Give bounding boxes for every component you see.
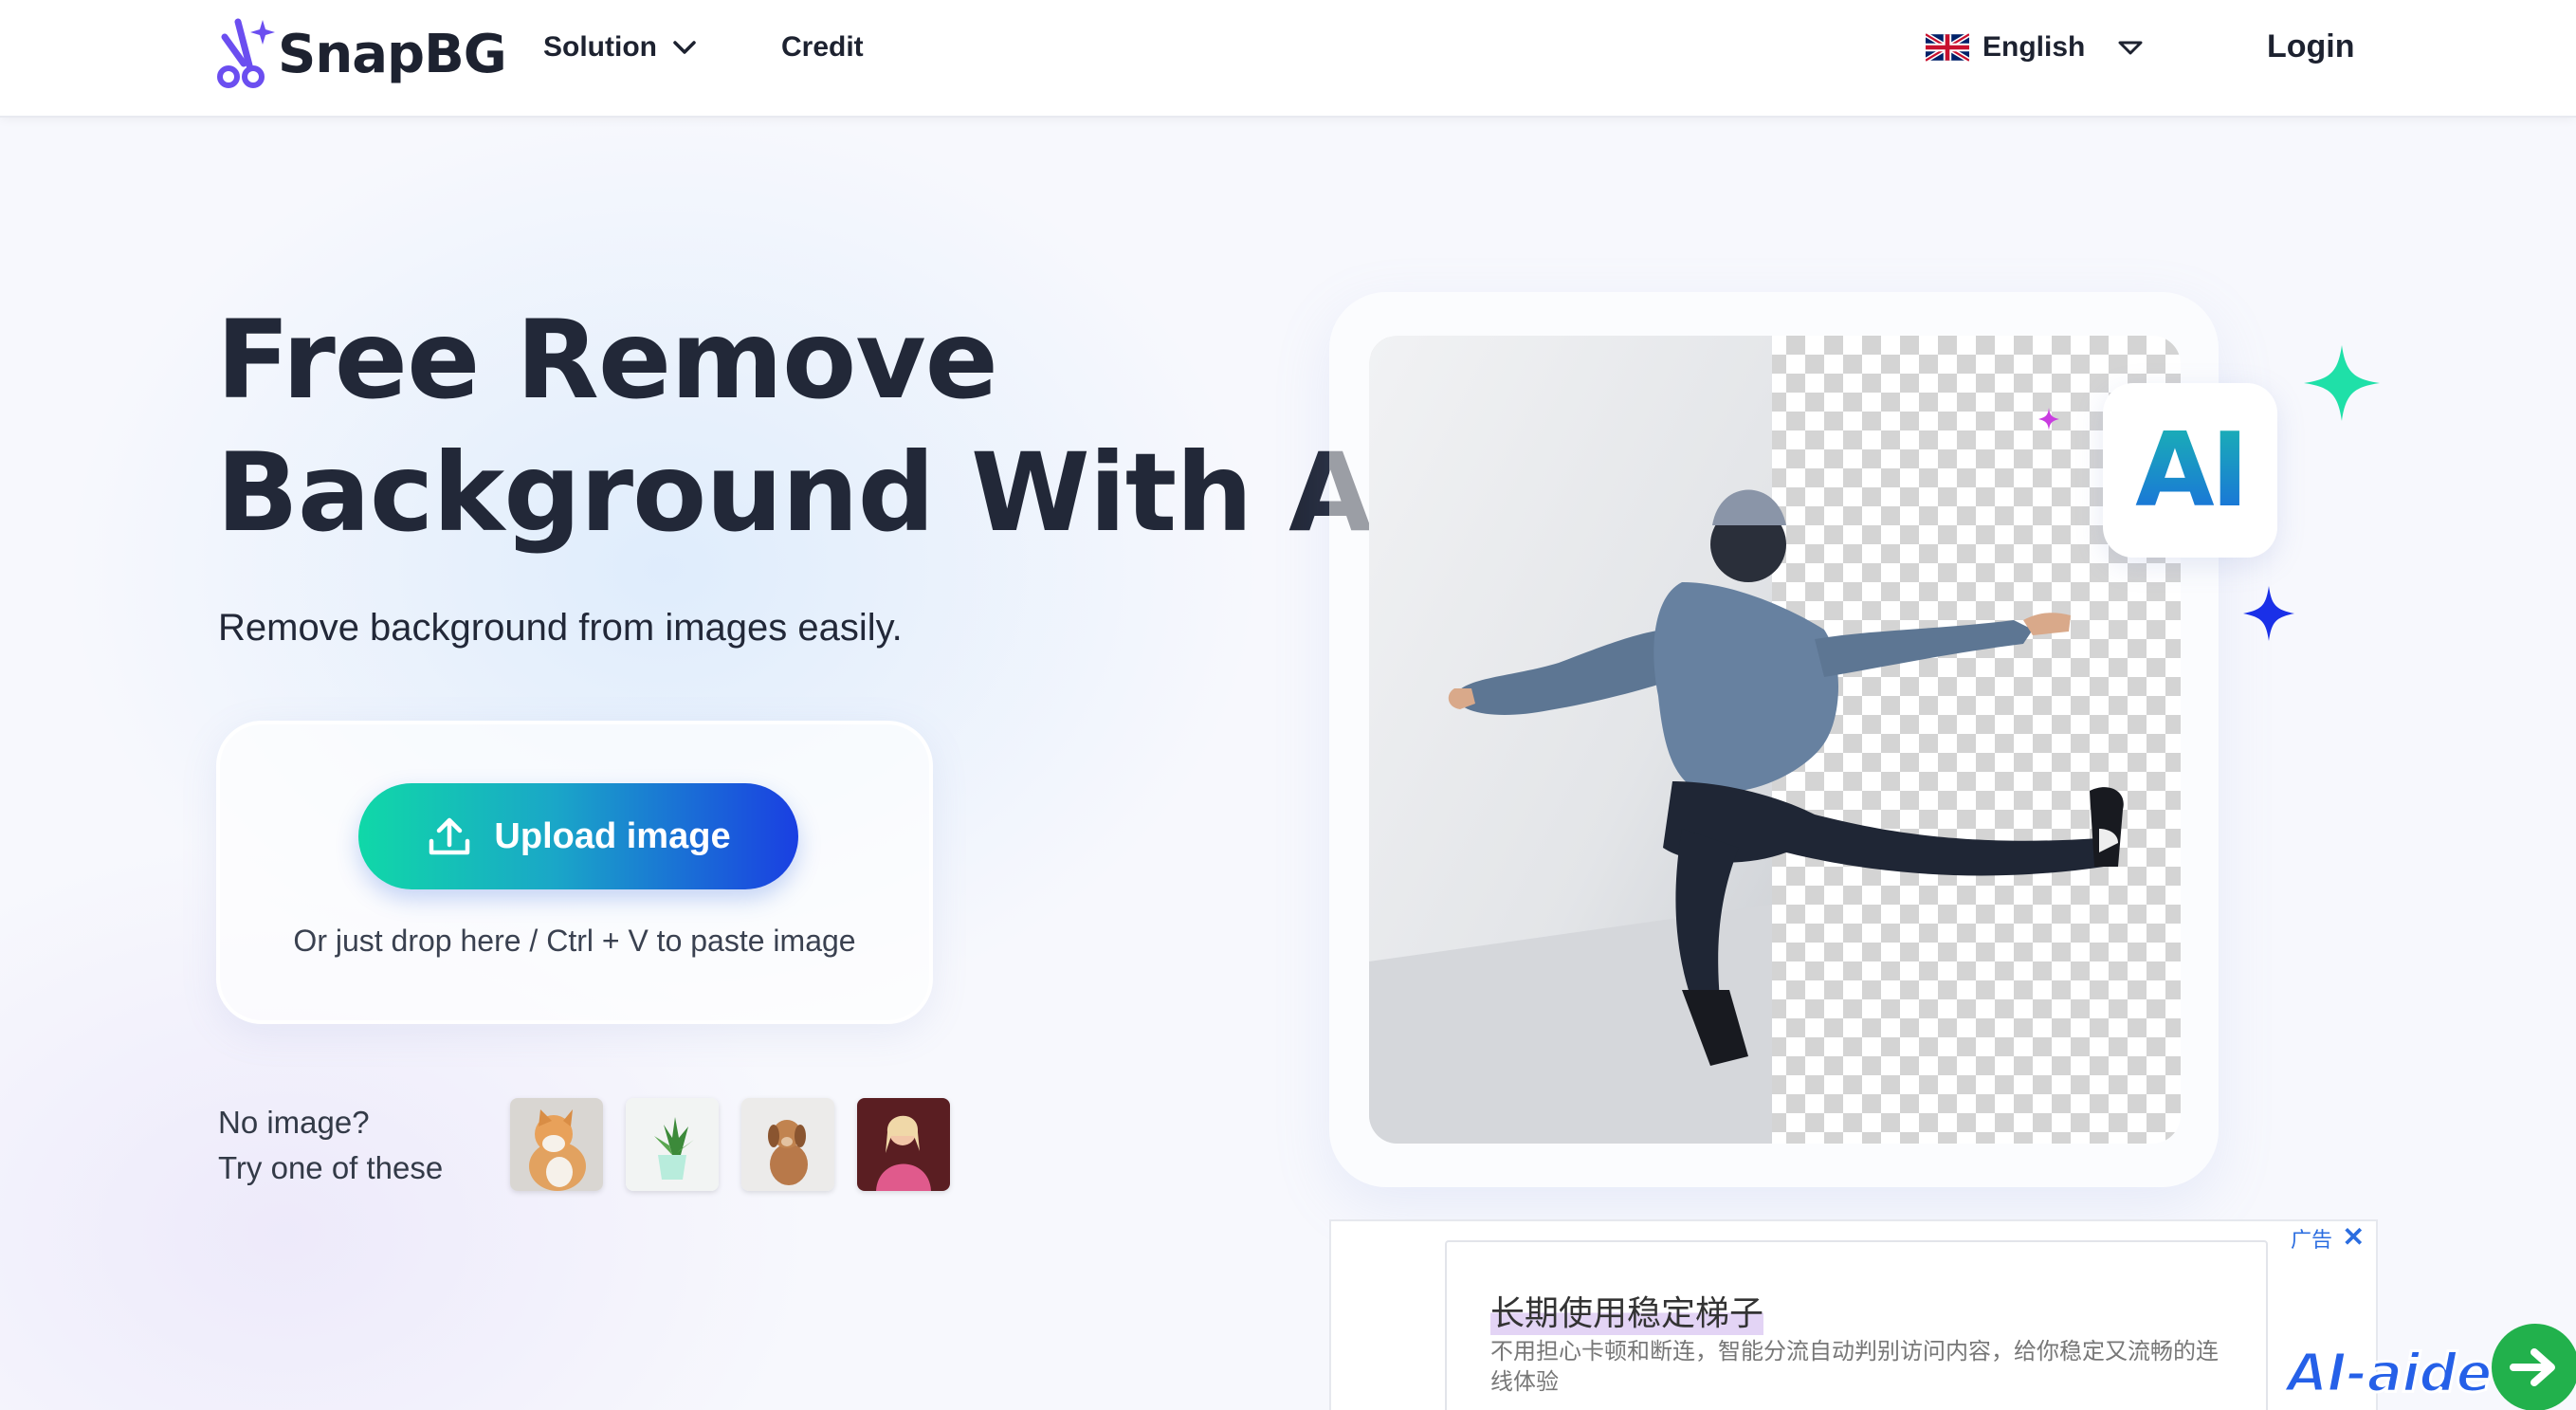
sample-prompt: No image? Try one of these: [218, 1100, 443, 1191]
ad-description: 不用担心卡顿和断连，智能分流自动判别访问内容，给你稳定又流畅的连线体验: [1490, 1339, 2219, 1395]
sample-image-list: [510, 1098, 950, 1191]
nav-credit-label: Credit: [781, 31, 864, 63]
uk-flag-icon: [1926, 33, 1969, 62]
advertisement-banner[interactable]: 广告 ✕ 长期使用稳定梯子 不用担心卡顿和断连，智能分流自动判别访问内容，给你稳…: [1329, 1219, 2378, 1410]
nav-solution-label: Solution: [543, 31, 657, 63]
brand-name: SnapBG: [278, 23, 507, 85]
ad-label[interactable]: 广告: [2291, 1223, 2332, 1254]
page-title-line-1: Free Remove: [216, 297, 998, 423]
login-button[interactable]: Login: [2267, 28, 2355, 65]
floating-action-button[interactable]: [2492, 1324, 2576, 1410]
sample-prompt-line-1: No image?: [218, 1105, 370, 1140]
nav-solution-menu[interactable]: Solution: [543, 31, 697, 64]
ad-card[interactable]: 长期使用稳定梯子 不用担心卡顿和断连，智能分流自动判别访问内容，给你稳定又流畅的…: [1445, 1240, 2268, 1410]
upload-icon: [429, 817, 470, 855]
caret-down-icon: [2118, 41, 2143, 55]
sparkle-blue-icon: [2243, 586, 2294, 641]
woman-thumbnail: [857, 1098, 950, 1191]
sparkle-green-icon: [2304, 345, 2380, 421]
page-subtitle: Remove background from images easily.: [218, 607, 903, 649]
nav-credit-link[interactable]: Credit: [781, 31, 864, 64]
ad-title: 长期使用稳定梯子: [1490, 1286, 1764, 1335]
hero-demo-image: [1369, 336, 2181, 1144]
drop-hint-text: Or just drop here / Ctrl + V to paste im…: [293, 924, 856, 958]
cat-thumbnail: [510, 1098, 603, 1191]
sample-image-woman[interactable]: [857, 1098, 950, 1191]
ai-badge: AI: [2103, 383, 2277, 558]
sample-image-plant[interactable]: [626, 1098, 719, 1191]
upload-dropzone[interactable]: Upload image Or just drop here / Ctrl + …: [216, 721, 933, 1024]
upload-button-label: Upload image: [494, 815, 731, 856]
snapbg-logo[interactable]: SnapBG: [215, 11, 507, 97]
jumping-man-before-after-illustration: [1369, 336, 2181, 1144]
ad-close-button[interactable]: ✕: [2343, 1221, 2365, 1253]
page-title-line-2: Background With AI: [216, 430, 1412, 556]
watermark-text: AI-aide: [2285, 1342, 2493, 1406]
sample-image-cat[interactable]: [510, 1098, 603, 1191]
chevron-down-icon: [673, 41, 696, 54]
top-navbar: SnapBG Solution Credit English Login: [0, 0, 2576, 118]
plant-thumbnail: [626, 1098, 719, 1191]
page-title: Free Remove Background With AI: [216, 294, 1412, 559]
sparkle-pink-icon: [2038, 408, 2059, 430]
upload-image-button[interactable]: Upload image: [358, 783, 798, 889]
sample-prompt-line-2: Try one of these: [218, 1150, 444, 1185]
puppy-thumbnail: [741, 1098, 834, 1191]
scissors-logo-icon: [217, 18, 275, 88]
arrow-right-icon: [2510, 1348, 2555, 1386]
language-selector[interactable]: English: [1926, 31, 2144, 64]
ai-badge-text: AI: [2135, 411, 2249, 530]
sample-image-puppy[interactable]: [741, 1098, 834, 1191]
language-label: English: [1982, 31, 2086, 63]
